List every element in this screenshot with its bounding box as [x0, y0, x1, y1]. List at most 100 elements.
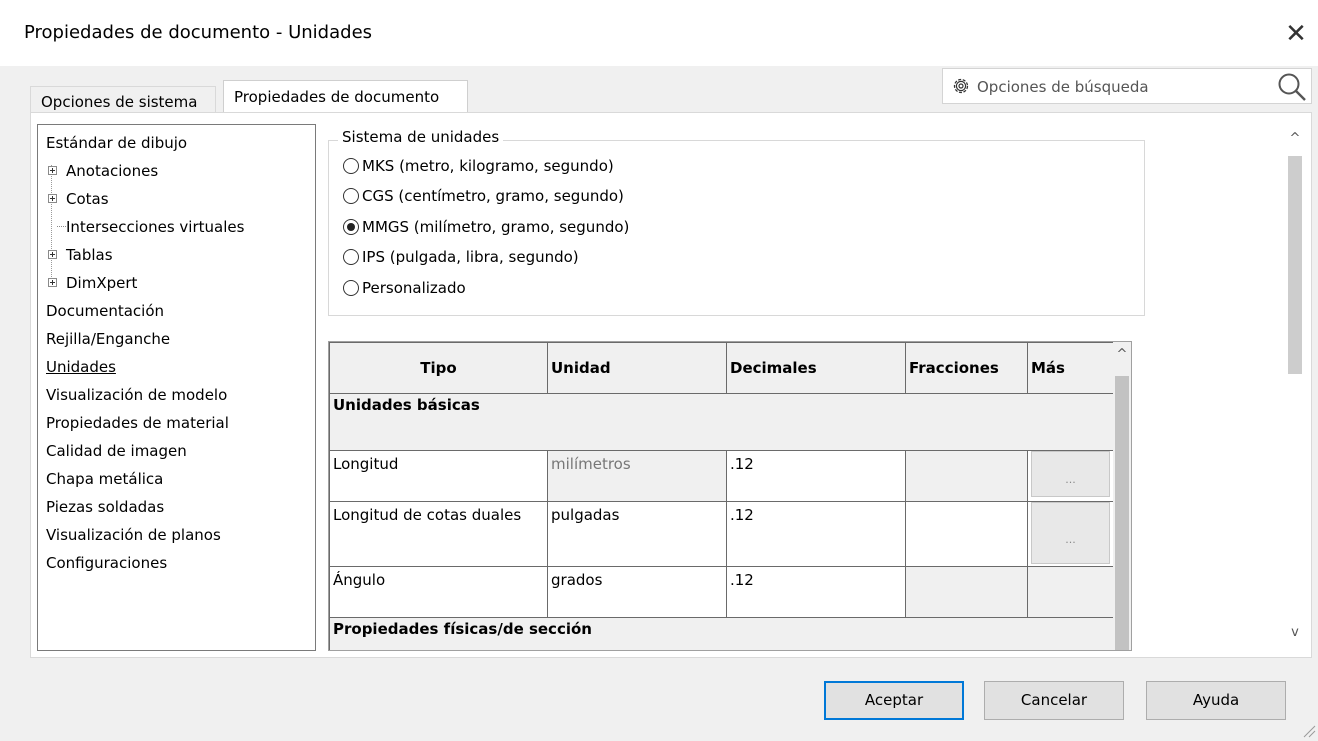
scroll-up-icon[interactable]: ^	[1286, 130, 1304, 148]
title-bar: Propiedades de documento - Unidades ✕	[0, 0, 1318, 66]
search-box[interactable]	[942, 68, 1312, 104]
tree-item-unidades[interactable]: Unidades	[46, 355, 116, 379]
tree-item-label: Visualización de planos	[46, 526, 221, 544]
tree-item-label: Chapa metálica	[46, 470, 164, 488]
radio-label: MMGS (milímetro, gramo, segundo)	[362, 218, 630, 236]
options-tree: Estándar de dibujo Anotaciones Cotas Int…	[37, 124, 316, 651]
tree-item-piezas-soldadas[interactable]: Piezas soldadas	[46, 495, 164, 519]
cell-unidad[interactable]: grados	[547, 566, 727, 618]
table-scrollbar[interactable]: ^	[1113, 342, 1131, 650]
tree-item-documentacion[interactable]: Documentación	[46, 299, 164, 323]
table-header-row: Tipo Unidad Decimales Fracciones Más	[329, 342, 1114, 394]
tree-item-dimxpert[interactable]: DimXpert	[48, 271, 138, 295]
section-row-propiedades-fisicas: Propiedades físicas/de sección	[329, 617, 1114, 650]
tree-item-label: Documentación	[46, 302, 165, 320]
cell-tipo: Ángulo	[329, 566, 548, 618]
tree-item-cotas[interactable]: Cotas	[48, 187, 109, 211]
header-tipo[interactable]: Tipo	[329, 342, 548, 394]
tree-item-label: Configuraciones	[46, 554, 168, 572]
cell-mas	[1027, 566, 1114, 618]
cell-decimales[interactable]: .12	[726, 501, 906, 567]
table-row-angulo: Ángulo grados .12	[329, 566, 1114, 618]
header-decimales[interactable]: Decimales	[726, 342, 906, 394]
unit-system-title: Sistema de unidades	[338, 128, 504, 146]
radio-label: Personalizado	[362, 279, 466, 297]
radio-button[interactable]	[343, 280, 359, 296]
section-row-unidades-basicas: Unidades básicas	[329, 393, 1114, 451]
tree-item-label: Cotas	[66, 190, 109, 208]
tree-item-label: DimXpert	[66, 274, 138, 292]
tree-item-anotaciones[interactable]: Anotaciones	[48, 159, 159, 183]
cell-tipo: Longitud	[329, 450, 548, 502]
radio-button[interactable]	[343, 158, 359, 174]
tree-item-visualizacion-de-planos[interactable]: Visualización de planos	[46, 523, 221, 547]
cell-fracciones	[905, 501, 1028, 567]
radio-label: MKS (metro, kilogramo, segundo)	[362, 157, 614, 175]
expand-icon[interactable]	[48, 194, 57, 203]
panel-scrollbar[interactable]: ^ v	[1286, 124, 1304, 651]
units-table: Tipo Unidad Decimales Fracciones Más Uni…	[328, 341, 1132, 651]
tree-item-rejilla-enganche[interactable]: Rejilla/Enganche	[46, 327, 170, 351]
cell-mas: ...	[1027, 450, 1114, 502]
radio-label: CGS (centímetro, gramo, segundo)	[362, 187, 624, 205]
tree-item-label: Propiedades de material	[46, 414, 229, 432]
resize-grip-icon[interactable]	[1300, 722, 1316, 738]
tree-item-propiedades-de-material[interactable]: Propiedades de material	[46, 411, 229, 435]
help-button[interactable]: Ayuda	[1146, 681, 1286, 720]
units-grid: Tipo Unidad Decimales Fracciones Más Uni…	[329, 342, 1114, 650]
tree-item-label: Estándar de dibujo	[46, 134, 188, 152]
tree-item-label: Visualización de modelo	[46, 386, 228, 404]
tree-item-label: Tablas	[66, 246, 113, 264]
radio-button-selected[interactable]	[343, 219, 359, 235]
section-label: Unidades básicas	[329, 393, 1114, 451]
tree-item-label: Intersecciones virtuales	[66, 218, 245, 236]
radio-button[interactable]	[343, 188, 359, 204]
tree-item-label: Calidad de imagen	[46, 442, 187, 460]
cell-tipo: Longitud de cotas duales	[329, 501, 548, 567]
radio-personalizado[interactable]: Personalizado	[343, 275, 466, 301]
tree-item-chapa-metalica[interactable]: Chapa metálica	[46, 467, 163, 491]
tree-item-configuraciones[interactable]: Configuraciones	[46, 551, 167, 575]
header-unidad[interactable]: Unidad	[547, 342, 727, 394]
magnifier-icon[interactable]	[1276, 71, 1308, 103]
expand-icon[interactable]	[48, 250, 57, 259]
close-icon[interactable]: ✕	[1276, 14, 1316, 54]
expand-icon[interactable]	[48, 278, 57, 287]
search-input[interactable]	[975, 70, 1269, 104]
tree-item-label: Anotaciones	[66, 162, 159, 180]
radio-mks[interactable]: MKS (metro, kilogramo, segundo)	[343, 153, 614, 179]
tree-connector	[57, 226, 66, 227]
cell-decimales[interactable]: .12	[726, 566, 906, 618]
header-mas[interactable]: Más	[1027, 342, 1114, 394]
cell-fracciones	[905, 450, 1028, 502]
header-fracciones[interactable]: Fracciones	[905, 342, 1028, 394]
tree-item-tablas[interactable]: Tablas	[48, 243, 113, 267]
radio-button[interactable]	[343, 249, 359, 265]
expand-icon[interactable]	[48, 166, 57, 175]
cancel-button[interactable]: Cancelar	[984, 681, 1124, 720]
tree-item-label: Piezas soldadas	[46, 498, 165, 516]
ok-button[interactable]: Aceptar	[824, 681, 964, 720]
tab-propiedades-de-documento[interactable]: Propiedades de documento	[223, 80, 468, 112]
tree-item-estandar-de-dibujo[interactable]: Estándar de dibujo	[46, 131, 187, 155]
tree-item-visualizacion-de-modelo[interactable]: Visualización de modelo	[46, 383, 227, 407]
table-row-longitud-cotas-duales: Longitud de cotas duales pulgadas .12 ..…	[329, 501, 1114, 567]
cell-unidad: milímetros	[547, 450, 727, 502]
cell-decimales[interactable]: .12	[726, 450, 906, 502]
scroll-up-icon[interactable]: ^	[1113, 346, 1131, 364]
radio-ips[interactable]: IPS (pulgada, libra, segundo)	[343, 244, 579, 270]
tree-item-calidad-de-imagen[interactable]: Calidad de imagen	[46, 439, 187, 463]
radio-mmgs[interactable]: MMGS (milímetro, gramo, segundo)	[343, 214, 629, 240]
section-label: Propiedades físicas/de sección	[329, 617, 1114, 650]
more-button[interactable]: ...	[1031, 502, 1110, 564]
tree-item-intersecciones-virtuales[interactable]: Intersecciones virtuales	[57, 215, 245, 239]
cell-unidad[interactable]: pulgadas	[547, 501, 727, 567]
scroll-down-icon[interactable]: v	[1286, 624, 1304, 642]
document-properties-dialog: Propiedades de documento - Unidades ✕ Op…	[0, 0, 1318, 741]
tab-opciones-de-sistema[interactable]: Opciones de sistema	[30, 86, 216, 114]
panel-scroll-thumb[interactable]	[1288, 156, 1302, 374]
more-button[interactable]: ...	[1031, 451, 1110, 497]
table-scroll-thumb[interactable]	[1115, 376, 1129, 650]
radio-cgs[interactable]: CGS (centímetro, gramo, segundo)	[343, 183, 624, 209]
window-title: Propiedades de documento - Unidades	[24, 22, 373, 43]
